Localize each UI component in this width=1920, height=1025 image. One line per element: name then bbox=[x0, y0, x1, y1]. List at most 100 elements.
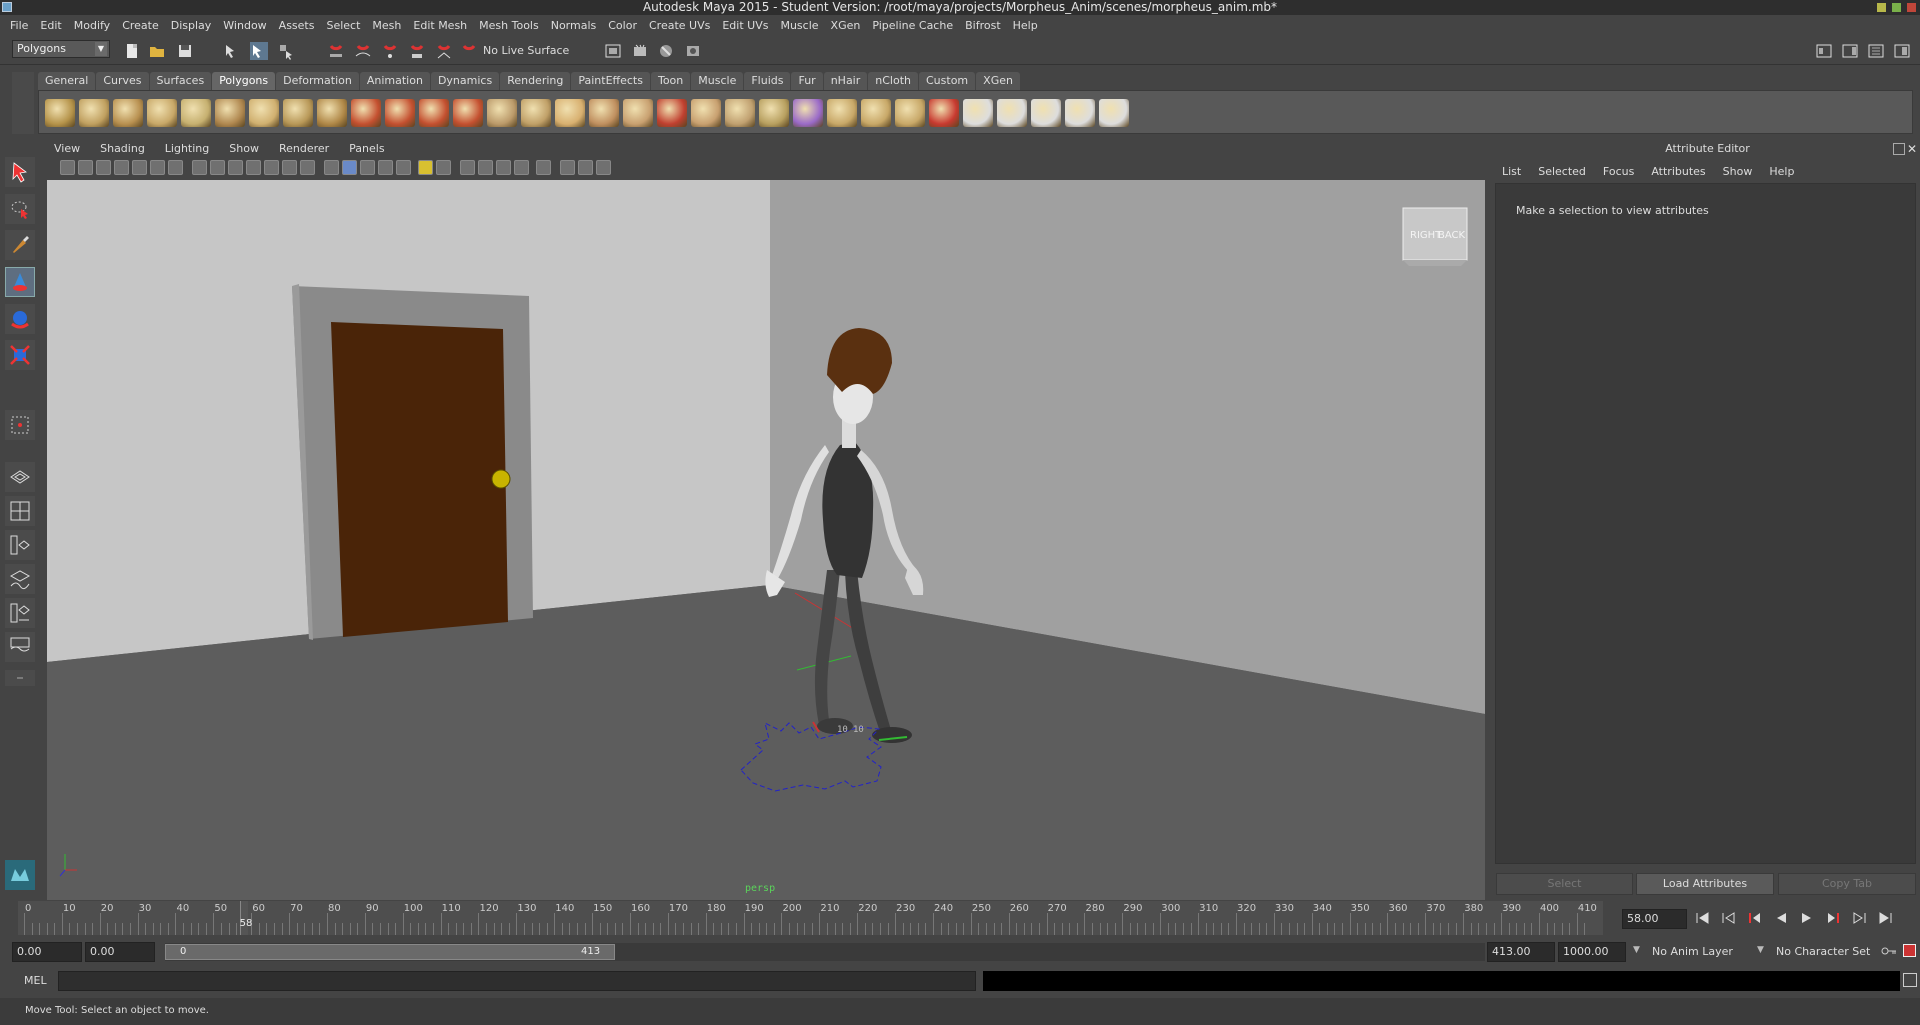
combine-icon[interactable] bbox=[351, 99, 381, 127]
save-scene-icon[interactable] bbox=[176, 42, 194, 60]
bevel-icon[interactable] bbox=[759, 99, 789, 127]
shelf-tab-deformation[interactable]: Deformation bbox=[276, 72, 359, 90]
copy-tab-button[interactable]: Copy Tab bbox=[1778, 873, 1916, 895]
menu-display[interactable]: Display bbox=[165, 19, 218, 32]
ae-menu-help[interactable]: Help bbox=[1762, 163, 1804, 181]
xray-icon[interactable] bbox=[560, 160, 575, 175]
safe-action-icon[interactable] bbox=[282, 160, 297, 175]
make-live-icon[interactable] bbox=[460, 42, 478, 60]
field-chart-icon[interactable] bbox=[264, 160, 279, 175]
shadows-icon[interactable] bbox=[436, 160, 451, 175]
motion-blur-icon[interactable] bbox=[478, 160, 493, 175]
character-set-dropdown[interactable]: No Character Set bbox=[1776, 945, 1870, 958]
sculpt-icon[interactable] bbox=[929, 99, 959, 127]
uv-editor-icon[interactable] bbox=[1099, 99, 1129, 127]
uv-automatic-icon[interactable] bbox=[1065, 99, 1095, 127]
shelf-tab-animation[interactable]: Animation bbox=[359, 72, 430, 90]
viewcube-back-face[interactable]: BACK bbox=[1438, 230, 1465, 241]
lasso-tool-icon[interactable] bbox=[5, 194, 35, 224]
scale-tool-icon[interactable] bbox=[5, 340, 35, 370]
menu-edit-uvs[interactable]: Edit UVs bbox=[716, 19, 774, 32]
insert-loop-icon[interactable] bbox=[691, 99, 721, 127]
cube-icon[interactable] bbox=[79, 99, 109, 127]
shelf-tab-xgen[interactable]: XGen bbox=[976, 72, 1020, 90]
shelf-tab-custom[interactable]: Custom bbox=[919, 72, 976, 90]
ambient-occlusion-icon[interactable] bbox=[460, 160, 475, 175]
channel-box-icon[interactable] bbox=[1893, 42, 1911, 60]
step-forward-key-icon[interactable] bbox=[1849, 910, 1869, 926]
open-scene-icon[interactable] bbox=[148, 42, 166, 60]
chevron-down-icon[interactable]: ▼ bbox=[1757, 945, 1764, 955]
menu-file[interactable]: File bbox=[4, 19, 34, 32]
shelf-handle[interactable] bbox=[12, 72, 34, 134]
close-icon[interactable] bbox=[1907, 3, 1916, 12]
soccer-ball-icon[interactable] bbox=[317, 99, 347, 127]
select-object-icon[interactable] bbox=[250, 42, 268, 60]
torus-icon[interactable] bbox=[215, 99, 245, 127]
time-slider[interactable]: 0 10 20 30 40 50 60 70 80 90 100 110 120 130 140 150 160… bbox=[18, 901, 1603, 935]
gate-mask-icon[interactable] bbox=[246, 160, 261, 175]
auto-key-icon[interactable] bbox=[1881, 945, 1897, 957]
animation-start-field[interactable]: 0.00 bbox=[12, 942, 82, 962]
2d-pan-zoom-icon[interactable] bbox=[150, 160, 165, 175]
snap-point-icon[interactable] bbox=[381, 42, 399, 60]
more-layouts-icon[interactable] bbox=[5, 670, 35, 686]
render-settings-icon[interactable] bbox=[684, 42, 702, 60]
shelf-tab-painteffects[interactable]: PaintEffects bbox=[571, 72, 650, 90]
shelf-tab-surfaces[interactable]: Surfaces bbox=[149, 72, 212, 90]
tool-settings-icon[interactable] bbox=[1867, 42, 1885, 60]
bookmarks-icon[interactable] bbox=[114, 160, 129, 175]
triangulate-icon[interactable] bbox=[861, 99, 891, 127]
menu-normals[interactable]: Normals bbox=[545, 19, 603, 32]
extrude-icon[interactable] bbox=[555, 99, 585, 127]
select-tool-icon[interactable] bbox=[5, 157, 35, 187]
animation-end-field[interactable]: 1000.00 bbox=[1558, 942, 1626, 962]
anim-layer-dropdown[interactable]: No Anim Layer bbox=[1652, 945, 1733, 958]
viewport-menu-view[interactable]: View bbox=[44, 141, 90, 157]
film-gate-icon[interactable] bbox=[210, 160, 225, 175]
uv-cylindrical-icon[interactable] bbox=[997, 99, 1027, 127]
lock-camera-icon[interactable] bbox=[78, 160, 93, 175]
extract-icon[interactable] bbox=[419, 99, 449, 127]
play-backwards-icon[interactable] bbox=[1771, 910, 1791, 926]
persp-outliner-layout-icon[interactable] bbox=[5, 530, 35, 560]
layout-toolbox-icon[interactable] bbox=[1815, 42, 1833, 60]
persp-hypershade-layout-icon[interactable] bbox=[5, 598, 35, 628]
go-to-end-icon[interactable] bbox=[1875, 910, 1895, 926]
grid-icon[interactable] bbox=[192, 160, 207, 175]
xray-components-icon[interactable] bbox=[596, 160, 611, 175]
safe-title-icon[interactable] bbox=[300, 160, 315, 175]
menu-edit[interactable]: Edit bbox=[34, 19, 67, 32]
bridge-icon[interactable] bbox=[589, 99, 619, 127]
shelf-tab-curves[interactable]: Curves bbox=[96, 72, 149, 90]
float-panel-icon[interactable] bbox=[1893, 143, 1905, 155]
menu-modify[interactable]: Modify bbox=[68, 19, 116, 32]
shelf-tab-toon[interactable]: Toon bbox=[650, 72, 691, 90]
menu-mesh[interactable]: Mesh bbox=[366, 19, 407, 32]
menu-create-uvs[interactable]: Create UVs bbox=[643, 19, 716, 32]
shelf-tab-polygons[interactable]: Polygons bbox=[212, 72, 276, 90]
maximize-icon[interactable] bbox=[1892, 3, 1901, 12]
layout-panels-icon[interactable] bbox=[1841, 42, 1859, 60]
shelf-tab-general[interactable]: General bbox=[38, 72, 96, 90]
ae-menu-focus[interactable]: Focus bbox=[1596, 163, 1644, 181]
snap-surface-icon[interactable] bbox=[435, 42, 453, 60]
menu-assets[interactable]: Assets bbox=[273, 19, 321, 32]
menu-help[interactable]: Help bbox=[1007, 19, 1044, 32]
shelf-tab-fur[interactable]: Fur bbox=[791, 72, 823, 90]
step-back-frame-icon[interactable] bbox=[1745, 910, 1765, 926]
shelf-tab-muscle[interactable]: Muscle bbox=[691, 72, 744, 90]
range-slider[interactable]: 0 413 bbox=[165, 943, 1485, 961]
menu-edit-mesh[interactable]: Edit Mesh bbox=[407, 19, 473, 32]
menuset-dropdown[interactable]: Polygons ▼ bbox=[12, 40, 110, 58]
outliner-graph-layout-icon[interactable] bbox=[5, 632, 35, 662]
range-slider-bar[interactable]: 0 413 bbox=[165, 944, 615, 960]
menu-mesh-tools[interactable]: Mesh Tools bbox=[473, 19, 545, 32]
single-perspective-layout-icon[interactable] bbox=[5, 462, 35, 492]
snap-curve-icon[interactable] bbox=[354, 42, 372, 60]
step-back-key-icon[interactable] bbox=[1719, 910, 1739, 926]
camera-attributes-icon[interactable] bbox=[96, 160, 111, 175]
uv-planar-icon[interactable] bbox=[963, 99, 993, 127]
shelf-tab-rendering[interactable]: Rendering bbox=[500, 72, 571, 90]
sphere-icon[interactable] bbox=[45, 99, 75, 127]
